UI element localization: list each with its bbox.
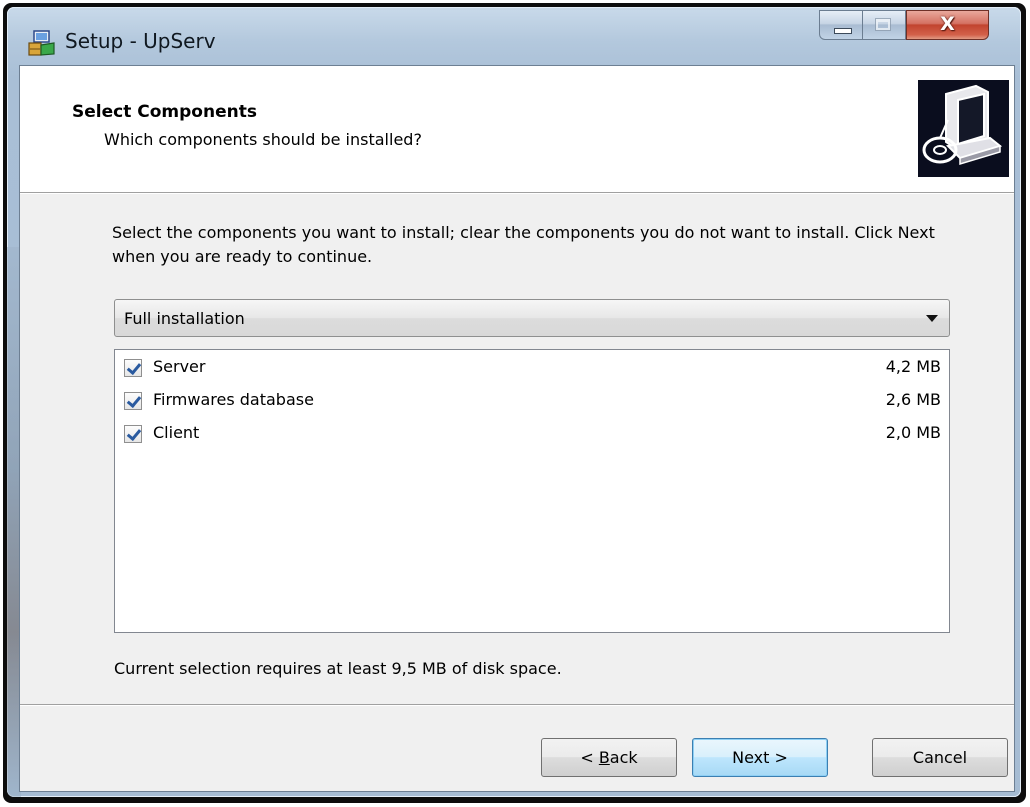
checkbox-client[interactable] xyxy=(124,425,142,443)
minimize-button[interactable] xyxy=(819,10,863,40)
maximize-icon xyxy=(875,18,891,31)
wizard-client-area: Select Components Which components shoul… xyxy=(19,65,1015,792)
next-button[interactable]: Next > xyxy=(692,738,828,777)
back-label-prefix: < xyxy=(580,748,599,767)
checkbox-firmwares-database[interactable] xyxy=(124,392,142,410)
setup-type-dropdown[interactable]: Full installation xyxy=(114,299,950,337)
component-name: Client xyxy=(153,423,200,442)
header-separator xyxy=(20,192,1014,194)
component-row-client[interactable]: Client 2,0 MB xyxy=(123,419,941,451)
checkbox-server[interactable] xyxy=(124,359,142,377)
component-name: Firmwares database xyxy=(153,390,314,409)
component-size: 2,6 MB xyxy=(885,390,941,409)
disk-space-requirement: Current selection requires at least 9,5 … xyxy=(114,659,562,678)
component-size: 2,0 MB xyxy=(885,423,941,442)
footer-separator xyxy=(20,704,1014,706)
instructions-text: Select the components you want to instal… xyxy=(112,223,935,266)
close-icon: X xyxy=(940,13,955,35)
component-size: 4,2 MB xyxy=(885,357,941,376)
minimize-icon xyxy=(834,28,852,34)
component-row-server[interactable]: Server 4,2 MB xyxy=(123,353,941,385)
page-title: Select Components xyxy=(72,102,257,122)
component-row-firmwares-database[interactable]: Firmwares database 2,6 MB xyxy=(123,386,941,418)
setup-window: Setup - UpServ X Select Components Which… xyxy=(7,7,1021,797)
maximize-button[interactable] xyxy=(863,10,906,40)
setup-type-value: Full installation xyxy=(124,309,245,328)
chevron-down-icon[interactable] xyxy=(926,315,938,322)
back-button[interactable]: < Back xyxy=(541,738,677,777)
computer-install-icon xyxy=(918,80,1009,177)
setup-package-icon xyxy=(28,30,55,56)
window-title: Setup - UpServ xyxy=(65,29,216,53)
back-label-rest: ack xyxy=(609,748,638,767)
wizard-header: Select Components Which components shoul… xyxy=(20,66,1014,192)
components-list[interactable]: Server 4,2 MB Firmwares database 2,6 MB … xyxy=(114,349,950,633)
cancel-button[interactable]: Cancel xyxy=(872,738,1008,777)
back-label-accelerator: B xyxy=(598,748,610,767)
close-button[interactable]: X xyxy=(906,10,989,40)
page-subtitle: Which components should be installed? xyxy=(104,130,422,149)
component-name: Server xyxy=(153,357,206,376)
